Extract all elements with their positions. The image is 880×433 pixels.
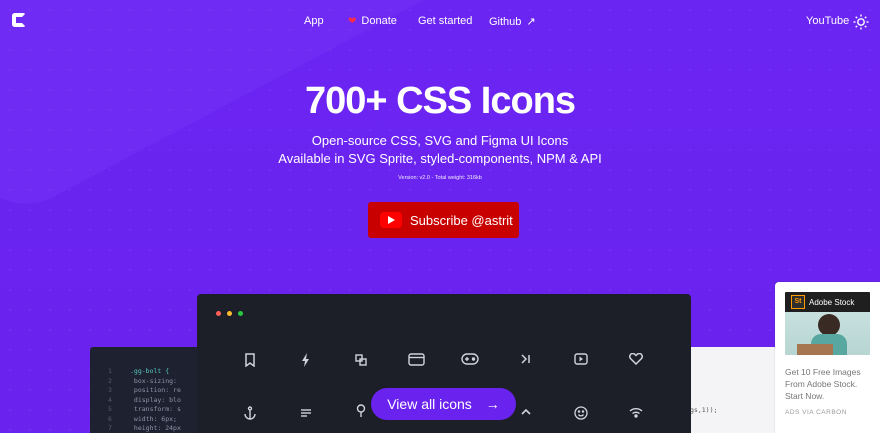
subscribe-button[interactable]: Subscribe @astrit: [368, 202, 519, 238]
pin-icon[interactable]: [356, 404, 366, 418]
line-number: 6: [108, 414, 112, 423]
align-icon[interactable]: [300, 408, 312, 418]
sun-icon[interactable]: [853, 14, 869, 30]
code-text: .gg-bolt {: [130, 367, 170, 375]
code-text: position: re: [130, 386, 181, 394]
line-number: 5: [108, 405, 112, 413]
subtitle: Open-source CSS, SVG and Figma UI Icons …: [0, 132, 880, 168]
nav-link-donate[interactable]: ❤ Donate: [348, 15, 397, 27]
ad-image-header: St Adobe Stock: [785, 292, 870, 312]
line-number: 3: [108, 386, 112, 394]
copy-icon[interactable]: [355, 354, 367, 366]
bookmark-icon[interactable]: [244, 353, 256, 367]
ad-text[interactable]: Get 10 Free Images From Adobe Stock. Sta…: [785, 366, 875, 402]
nav-link-label: App: [304, 15, 324, 27]
nav-link-youtube[interactable]: YouTube: [806, 15, 849, 27]
skip-icon[interactable]: [520, 353, 532, 365]
line-number: 1: [108, 367, 112, 375]
wifi-icon[interactable]: [629, 407, 643, 418]
ad-laptop: [797, 344, 833, 355]
play-button-icon[interactable]: [574, 353, 588, 365]
window-controls: [216, 311, 243, 316]
subscribe-label: Subscribe @astrit: [410, 212, 513, 228]
browser-icon[interactable]: [408, 353, 425, 366]
ad-person-head: [818, 314, 840, 336]
ad-via-carbon[interactable]: ADS VIA CARBON: [785, 409, 847, 416]
bolt-icon[interactable]: [301, 353, 311, 367]
close-dot-icon: [216, 311, 221, 316]
line-number: 2: [108, 376, 112, 385]
anchor-icon[interactable]: [244, 406, 256, 420]
subtitle-line: Open-source CSS, SVG and Figma UI Icons: [311, 133, 569, 148]
code-text: box-sizing:: [130, 376, 177, 385]
smile-icon[interactable]: [574, 406, 588, 420]
heart-icon: ❤: [348, 15, 357, 27]
external-arrow-icon: ↗: [526, 16, 536, 28]
view-all-label: View all icons: [387, 396, 472, 412]
minimize-dot-icon: [227, 311, 232, 316]
view-all-icons-button[interactable]: View all icons →: [371, 388, 516, 420]
maximize-dot-icon: [238, 311, 243, 316]
youtube-icon: [380, 212, 402, 228]
adobe-stock-logo-icon: St: [791, 295, 805, 309]
logo-icon[interactable]: [12, 13, 26, 27]
code-text: height: 24px: [130, 424, 181, 432]
nav-link-label: Donate: [361, 15, 397, 27]
nav-link-github[interactable]: Github ↗: [489, 15, 536, 29]
line-number: 4: [108, 395, 112, 404]
chevron-up-icon[interactable]: [520, 407, 532, 417]
code-text: display: blo: [130, 395, 181, 404]
gamepad-icon[interactable]: [461, 353, 479, 365]
subtitle-line: Available in SVG Sprite, styled-componen…: [278, 151, 602, 166]
code-text: width: 6px;: [130, 414, 177, 423]
ad-image[interactable]: St Adobe Stock: [785, 292, 870, 355]
nav-link-label: Github: [489, 15, 522, 28]
top-nav: App ❤ Donate Get started Github ↗ YouTub…: [0, 0, 880, 44]
ad-brand: Adobe Stock: [809, 297, 855, 307]
carbon-ad[interactable]: St Adobe Stock Get 10 Free Images From A…: [775, 282, 880, 433]
line-number: 7: [108, 424, 112, 432]
nav-link-app[interactable]: App: [304, 15, 324, 27]
code-text: gs,1));: [690, 406, 718, 414]
arrow-right-icon: →: [485, 396, 500, 412]
nav-link-get-started[interactable]: Get started: [418, 15, 472, 27]
page-title: 700+ CSS Icons: [304, 80, 576, 122]
heart-icon[interactable]: [629, 353, 643, 365]
version-info: Version: v2.0 - Total weight: 316kb: [398, 175, 482, 181]
nav-link-label: Get started: [418, 15, 473, 27]
code-text: transform: s: [130, 405, 181, 413]
